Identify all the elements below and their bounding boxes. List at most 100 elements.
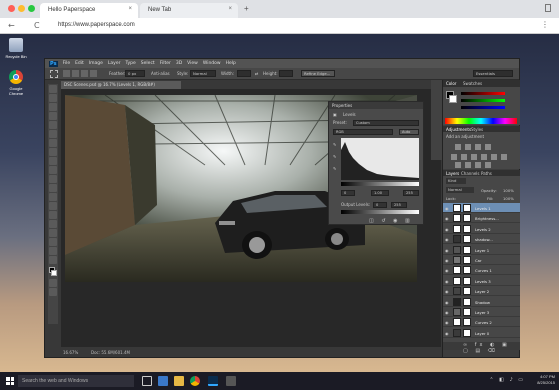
menu-edit[interactable]: Edit [75,61,84,66]
desktop-icon-chrome[interactable]: Google Chrome [3,70,29,96]
quick-select-tool-icon[interactable] [49,112,57,120]
close-window-icon[interactable] [8,5,15,12]
white-eyedropper-icon[interactable]: ✎ [333,166,336,171]
color-swatches-icon[interactable] [48,266,58,278]
output-gradient-slider[interactable] [341,210,419,214]
zoom-tool-icon[interactable] [49,256,57,264]
blue-slider[interactable] [461,106,505,109]
visibility-eye-icon[interactable]: ◉ [445,206,449,211]
zoom-level[interactable]: 16.67% [63,350,78,355]
background-color-swatch[interactable] [449,95,457,103]
tab-close-icon[interactable]: × [128,6,132,12]
visibility-eye-icon[interactable]: ◉ [445,289,449,294]
color-balance-icon[interactable] [471,154,477,160]
photoshop-taskbar-icon[interactable] [208,376,218,386]
path-select-tool-icon[interactable] [49,229,57,237]
marquee-tool-icon[interactable] [50,70,58,78]
edge-icon[interactable] [158,376,168,386]
task-view-icon[interactable] [142,376,152,386]
layer-row[interactable]: ◉ Curves 2 [443,317,520,328]
layer-mask-thumbnail[interactable] [463,276,471,285]
menu-3d[interactable]: 3D [176,61,182,66]
gradient-tool-icon[interactable] [49,184,57,192]
windows-start-icon[interactable] [6,377,14,385]
blur-tool-icon[interactable] [49,193,57,201]
color-spectrum[interactable] [445,118,517,124]
visibility-eye-icon[interactable]: ◉ [445,300,449,305]
refresh-icon[interactable]: C [34,21,40,30]
output-white-field[interactable]: 255 [391,202,407,208]
desktop-icon-recycle-bin[interactable]: Recycle Bin [3,38,29,59]
width-input[interactable] [237,70,251,77]
visibility-eye-icon[interactable]: ◉ [445,248,449,253]
levels-adj-icon[interactable] [465,144,471,150]
layer-row[interactable]: ◉ Levels 1 [443,203,520,213]
visibility-eye-icon[interactable]: ◉ [445,279,449,284]
window-restore-icon[interactable] [545,4,551,12]
shape-tool-icon[interactable] [49,238,57,246]
menu-filter[interactable]: Filter [160,61,171,66]
hue-saturation-icon[interactable] [461,154,467,160]
taskbar-clock[interactable]: 4:07 PM 8/25/2015 [537,374,555,386]
visibility-eye-icon[interactable]: ◉ [445,258,449,263]
layer-row[interactable]: ◉ Layer 1 [443,245,520,255]
menu-type[interactable]: Type [125,61,135,66]
height-input[interactable] [279,70,293,77]
eraser-tool-icon[interactable] [49,175,57,183]
workspace-select[interactable]: Essentials [473,70,513,77]
input-mid-field[interactable]: 1.00 [371,190,389,196]
layer-mask-thumbnail[interactable] [463,308,471,316]
store-icon[interactable] [226,376,236,386]
system-tray-icons[interactable]: ⌃ ◧ ♪ ▭ [489,377,525,383]
visibility-eye-icon[interactable]: ◉ [445,320,449,325]
invert-icon[interactable] [455,162,461,168]
visibility-eye-icon[interactable]: ◉ [445,237,449,242]
visibility-eye-icon[interactable]: ◉ [445,227,449,232]
input-gradient-slider[interactable] [341,182,419,186]
curves-icon[interactable] [475,144,481,150]
layer-row[interactable]: ◉ shadow... [443,234,520,245]
threshold-icon[interactable] [475,162,481,168]
visibility-eye-icon[interactable]: ◉ [445,216,449,221]
chrome-taskbar-icon[interactable] [190,376,200,386]
layer-mask-thumbnail[interactable] [463,214,471,223]
tab-hello-paperspace[interactable]: Hello Paperspace × [40,3,138,18]
gray-eyedropper-icon[interactable]: ✎ [333,154,336,159]
taskbar-search[interactable]: Search the web and Windows [18,375,134,387]
layer-row[interactable]: ◉ Brightness... [443,213,520,224]
brightness-icon[interactable] [455,144,461,150]
menu-layer[interactable]: Layer [108,61,121,66]
black-white-icon[interactable] [481,154,487,160]
pen-tool-icon[interactable] [49,211,57,219]
layer-row[interactable]: ◉ Layer 0 [443,328,520,338]
layer-mask-thumbnail[interactable] [463,204,471,212]
channel-mixer-icon[interactable] [501,154,507,160]
lasso-tool-icon[interactable] [49,103,57,111]
screen-mode-icon[interactable] [49,288,57,296]
auto-button[interactable]: Auto [399,129,419,135]
photo-filter-icon[interactable] [491,154,497,160]
document-tab[interactable]: DSC Scenes.psd @ 16.7% (Levels 1, RGB/8#… [61,81,181,89]
output-black-field[interactable]: 0 [373,202,387,208]
menu-window[interactable]: Window [203,61,221,66]
layer-mask-thumbnail[interactable] [463,297,471,306]
layer-mask-thumbnail[interactable] [463,245,471,254]
feather-input[interactable]: 0 px [125,70,145,77]
layer-row[interactable]: ◉ Levels 2 [443,224,520,234]
layer-mask-thumbnail[interactable] [463,318,471,327]
dodge-tool-icon[interactable] [49,202,57,210]
browser-menu-icon[interactable]: ⋮ [541,20,549,29]
selection-mode-icons[interactable] [63,70,101,78]
style-select[interactable]: Normal [190,70,216,77]
layers-footer-icons[interactable]: ∞ fx ◐ ▣ ▢ ▤ ⌫ [443,342,520,354]
minimize-window-icon[interactable] [18,5,25,12]
menu-view[interactable]: View [187,61,198,66]
quick-mask-icon[interactable] [49,279,57,287]
layer-row[interactable]: ◉ Shadow [443,297,520,307]
layer-row[interactable]: ◉ Layer 3 [443,307,520,317]
menu-file[interactable]: File [63,61,71,66]
input-black-field[interactable]: 0 [341,190,355,196]
layer-mask-thumbnail[interactable] [463,266,471,275]
green-slider[interactable] [461,99,505,102]
crop-tool-icon[interactable] [49,121,57,129]
